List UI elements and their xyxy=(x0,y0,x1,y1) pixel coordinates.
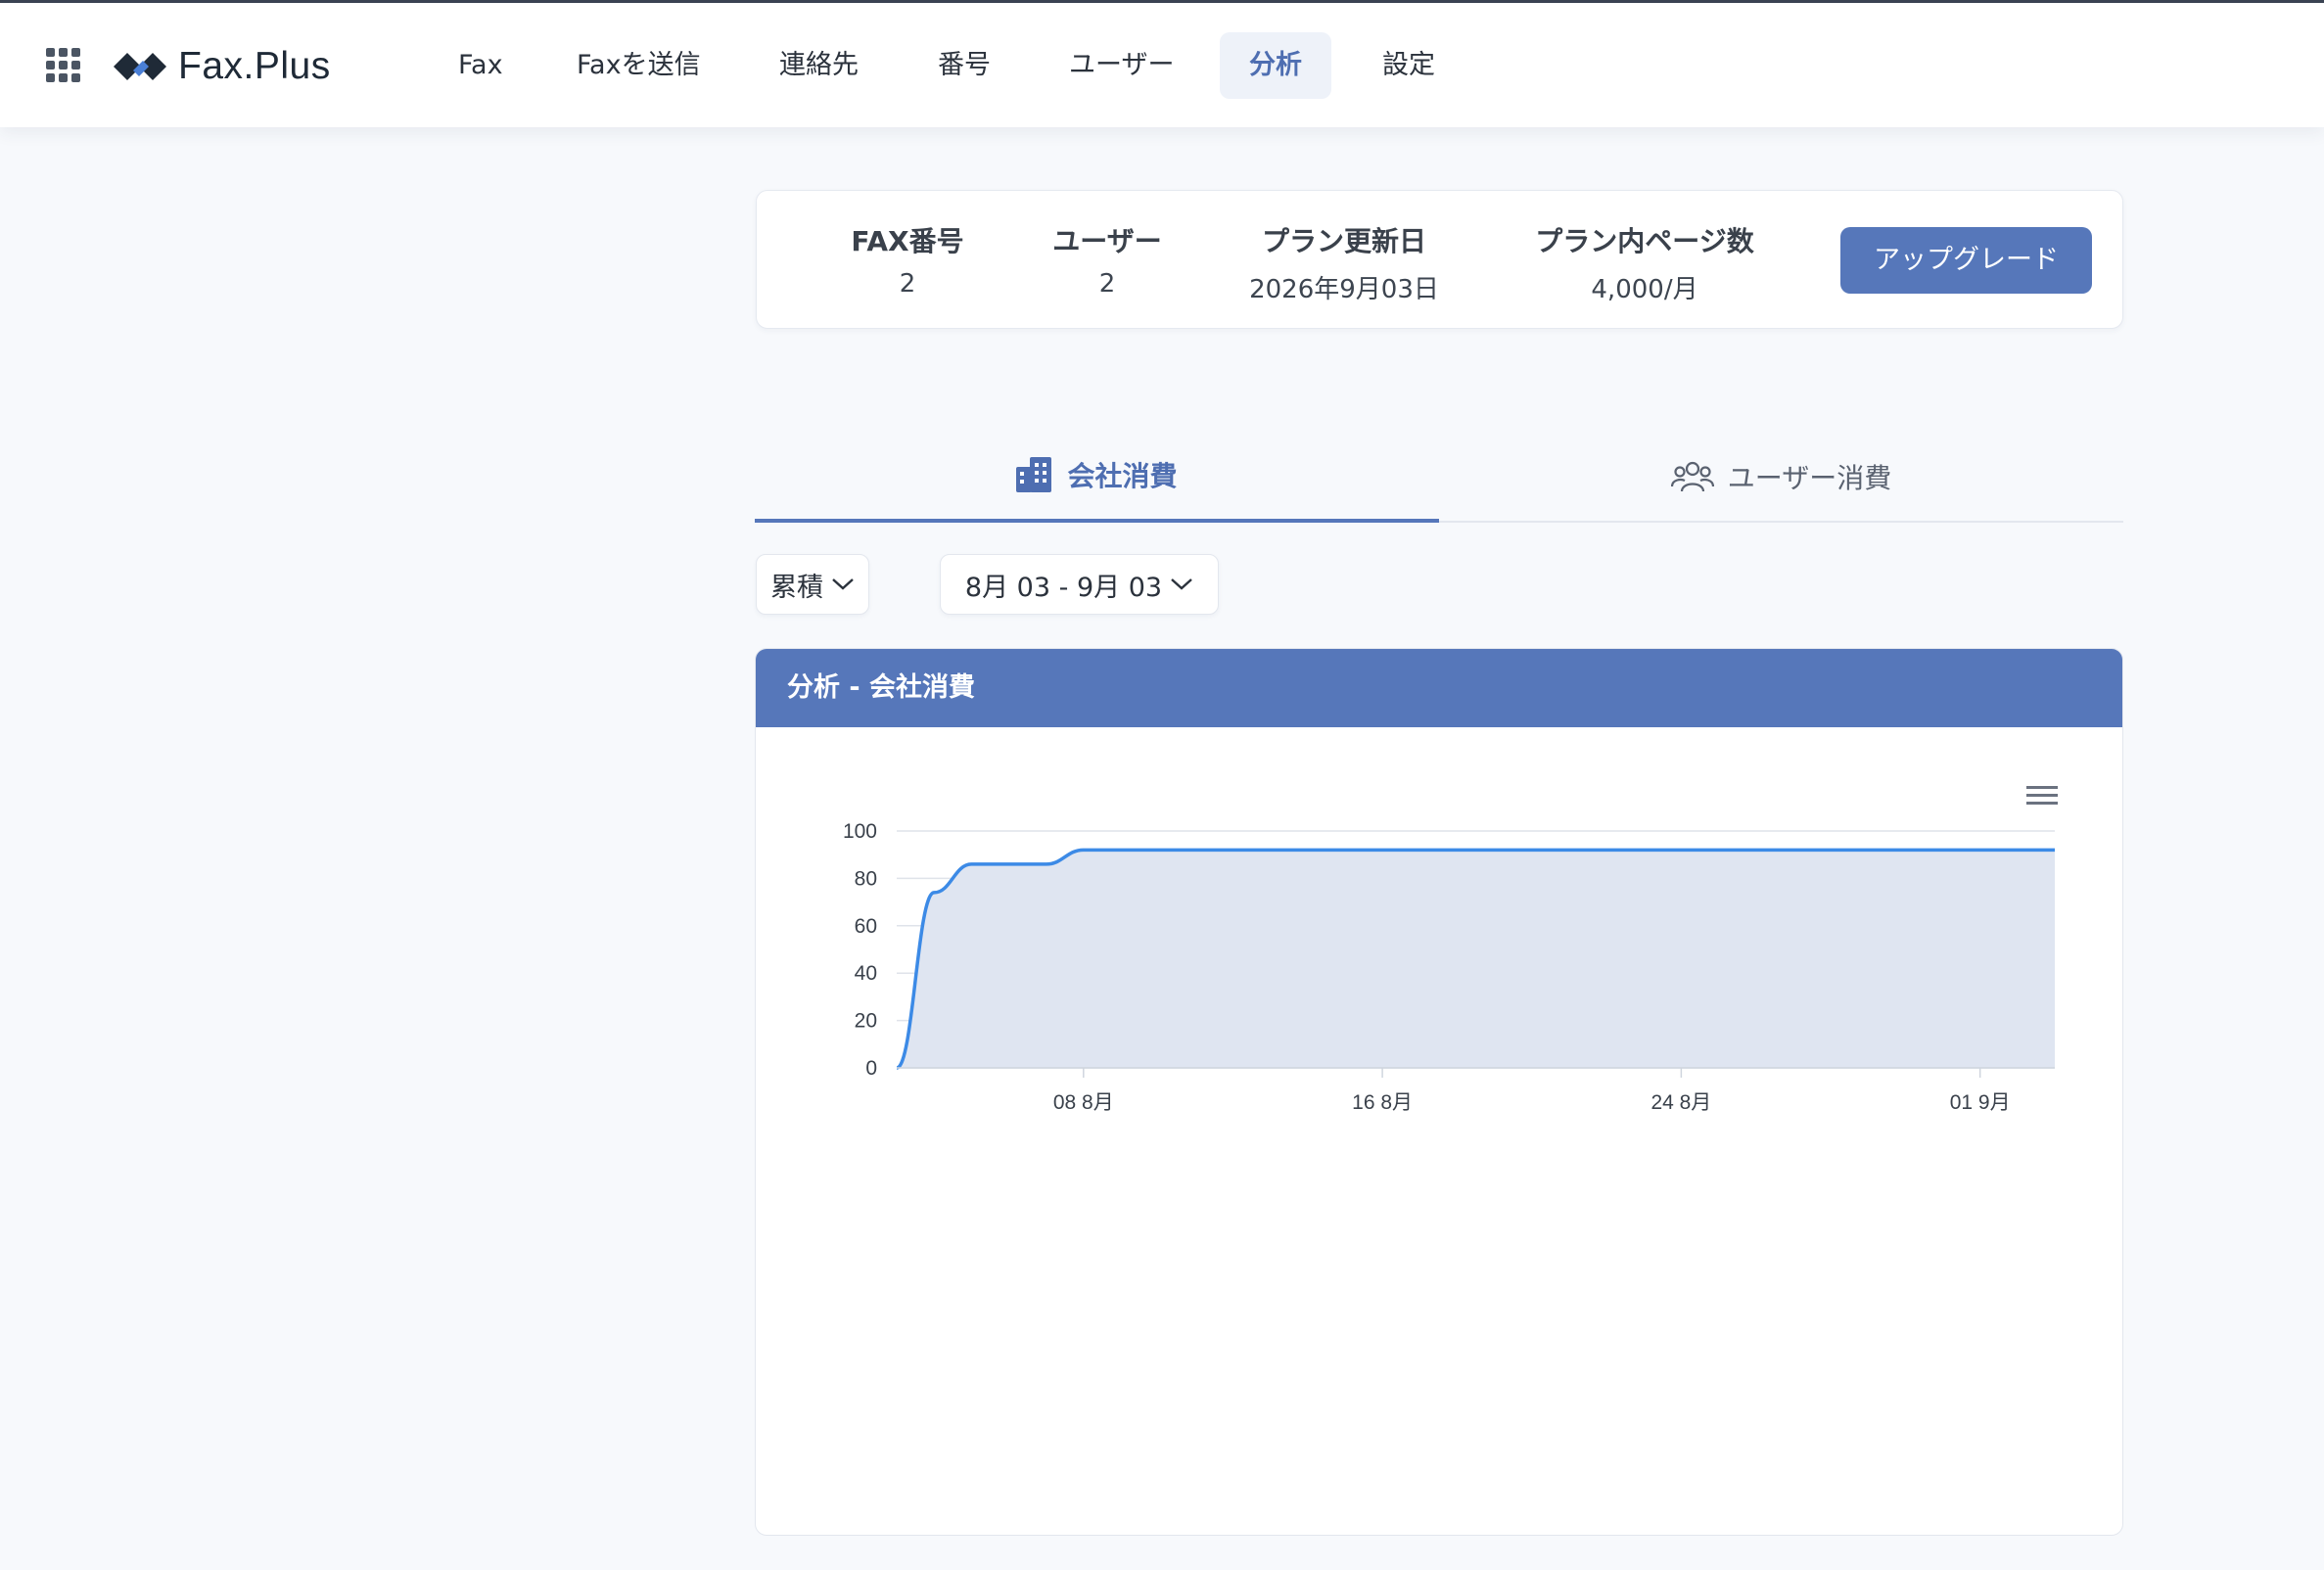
building-icon xyxy=(1016,457,1052,492)
tab-user-consumption[interactable]: ユーザー消費 xyxy=(1439,431,2123,523)
y-tick-label: 80 xyxy=(855,867,877,890)
nav-item-settings[interactable]: 設定 xyxy=(1353,32,1464,99)
nav-item-send-fax[interactable]: Faxを送信 xyxy=(547,32,730,99)
stat-value: 2 xyxy=(1098,269,1116,299)
stat-renewal-date: プラン更新日 2026年9月03日 xyxy=(1236,220,1452,305)
y-tick-label: 60 xyxy=(855,915,877,938)
users-icon xyxy=(1670,461,1714,492)
nav-item-contacts[interactable]: 連絡先 xyxy=(750,32,888,99)
consumption-tabs: 会社消費 ユーザー消費 xyxy=(755,431,2123,523)
stat-label: ユーザー xyxy=(1052,225,1162,257)
x-tick-label: 24 8月 xyxy=(1650,1091,1711,1114)
stat-label: プラン内ページ数 xyxy=(1535,225,1754,257)
y-tick-label: 20 xyxy=(855,1010,877,1033)
y-tick-label: 100 xyxy=(843,820,877,843)
chart-header: 分析 - 会社消費 xyxy=(756,649,2122,727)
apps-grid-icon[interactable] xyxy=(46,48,81,83)
stat-value: 4,000/月 xyxy=(1591,275,1698,304)
stat-fax-numbers: FAX番号 2 xyxy=(806,220,1009,299)
x-tick-label: 01 9月 xyxy=(1950,1091,2011,1114)
cumulative-mode-dropdown[interactable]: 累積 xyxy=(756,554,869,615)
series-area xyxy=(897,850,2055,1068)
chart-menu-icon[interactable] xyxy=(2024,782,2060,809)
tab-label: 会社消費 xyxy=(1067,460,1178,492)
upgrade-button[interactable]: アップグレード xyxy=(1840,227,2092,294)
y-tick-label: 40 xyxy=(855,962,877,985)
top-navbar: Fax.Plus Fax Faxを送信 連絡先 番号 ユーザー 分析 設定 xyxy=(0,3,2324,127)
analytics-chart-card: 0 20 40 60 80 100 08 8月 16 8月 24 8月 01 9月 分析 - 会社… xyxy=(755,648,2123,1536)
tab-label: ユーザー消費 xyxy=(1727,462,1892,494)
logo-text: Fax.Plus xyxy=(178,45,331,87)
y-tick-label: 0 xyxy=(865,1057,877,1080)
stat-plan-pages: プラン内ページ数 4,000/月 xyxy=(1512,220,1777,305)
logo[interactable]: Fax.Plus xyxy=(112,42,331,91)
consumption-area-chart: 0 20 40 60 80 100 08 8月 16 8月 24 8月 01 9月 xyxy=(843,820,2055,1114)
plan-summary-card: FAX番号 2 ユーザー 2 プラン更新日 2026年9月03日 プラン内ページ… xyxy=(756,190,2123,329)
stat-label: プラン更新日 xyxy=(1261,225,1426,257)
fax-plus-logo-icon xyxy=(114,53,166,80)
stat-label: FAX番号 xyxy=(851,225,964,257)
tab-company-consumption[interactable]: 会社消費 xyxy=(755,431,1439,523)
nav-item-analytics[interactable]: 分析 xyxy=(1220,32,1331,99)
x-tick-label: 16 8月 xyxy=(1352,1091,1413,1114)
nav-item-numbers[interactable]: 番号 xyxy=(908,32,1020,99)
stat-users: ユーザー 2 xyxy=(1019,220,1195,299)
nav-item-fax[interactable]: Fax xyxy=(429,32,533,99)
chevron-down-icon xyxy=(832,578,854,590)
dropdown-value: 8月 03 - 9月 03 xyxy=(964,572,1163,603)
nav-item-users[interactable]: ユーザー xyxy=(1040,32,1203,99)
chevron-down-icon xyxy=(1171,578,1192,590)
stat-value: 2026年9月03日 xyxy=(1249,275,1439,304)
x-tick-label: 08 8月 xyxy=(1053,1091,1114,1114)
date-range-dropdown[interactable]: 8月 03 - 9月 03 xyxy=(940,554,1219,615)
dropdown-value: 累積 xyxy=(770,572,823,603)
stat-value: 2 xyxy=(899,269,916,299)
